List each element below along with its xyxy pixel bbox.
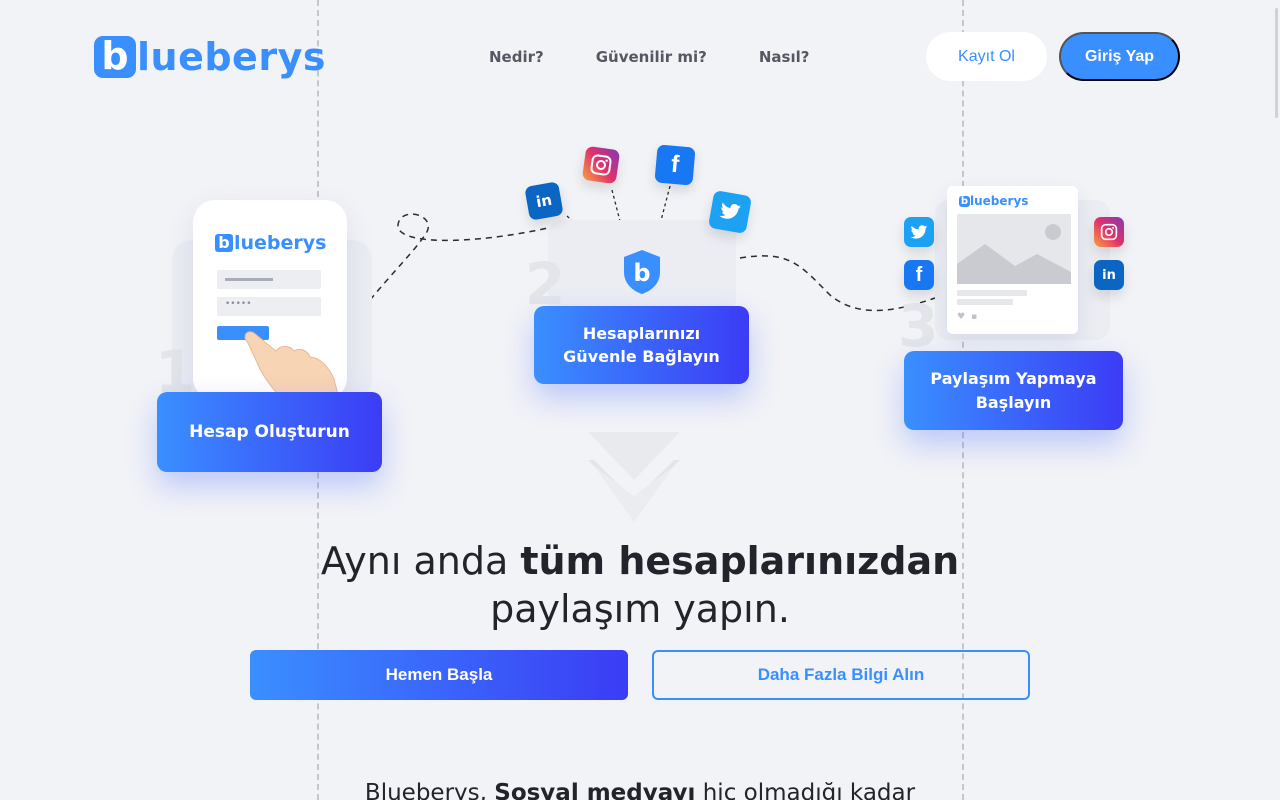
- hero-line1-normal: Aynı anda: [320, 539, 521, 583]
- phone-logo: b lueberys: [215, 232, 326, 254]
- instagram-icon: [1094, 217, 1124, 247]
- post-comment-icon: ▪: [971, 312, 978, 322]
- twitter-icon: [707, 189, 753, 235]
- facebook-icon: f: [654, 144, 696, 186]
- svg-text:b: b: [633, 259, 650, 287]
- hand-pointer-icon: [244, 331, 338, 395]
- hero-line2: paylaşım yapın.: [490, 587, 790, 631]
- start-now-button[interactable]: Hemen Başla: [250, 650, 628, 700]
- phone-logo-text: lueberys: [234, 232, 327, 254]
- hero-headline: Aynı anda tüm hesaplarınızdan paylaşım y…: [0, 537, 1280, 633]
- learn-more-button[interactable]: Daha Fazla Bilgi Alın: [652, 650, 1030, 700]
- step-card-create-account[interactable]: Hesap Oluşturun: [157, 392, 382, 472]
- linkedin-icon: in: [1094, 260, 1124, 290]
- step-card-start-sharing[interactable]: Paylaşım Yapmaya Başlayın: [904, 351, 1123, 430]
- post-logo-text: lueberys: [970, 194, 1029, 208]
- instagram-icon: [581, 145, 621, 185]
- post-text-line: [957, 290, 1027, 296]
- intro-text: Blueberys, Sosyal medyayı hiç olmadığı k…: [0, 780, 1280, 800]
- twitter-icon: [904, 217, 934, 247]
- linkedin-icon: in: [524, 181, 564, 221]
- step-card-3-line2: Başlayın: [975, 392, 1052, 412]
- intro-text-part2: hiç olmadığı kadar: [695, 780, 916, 800]
- intro-text-part1: Blueberys,: [364, 780, 495, 800]
- post-text-line: [957, 299, 1013, 305]
- post-like-icon: ♥: [957, 312, 966, 322]
- hero-line1-bold: tüm hesaplarınızdan: [520, 539, 960, 583]
- step-card-2-line1: Hesaplarınızı: [582, 323, 701, 343]
- step-card-connect-accounts[interactable]: Hesaplarınızı Güvenle Bağlayın: [534, 306, 749, 384]
- post-logo: b lueberys: [959, 194, 1028, 208]
- post-image-placeholder: [957, 214, 1071, 284]
- phone-logo-mark: b: [215, 234, 233, 252]
- phone-username-field: [217, 270, 321, 289]
- step-card-1-label: Hesap Oluşturun: [189, 421, 350, 442]
- post-logo-mark: b: [959, 195, 970, 207]
- step-card-3-line1: Paylaşım Yapmaya: [930, 369, 1097, 389]
- chevron-down-icon: [588, 432, 680, 522]
- facebook-icon: f: [904, 260, 934, 290]
- phone-password-field: •••••: [217, 297, 321, 316]
- step-card-2-line2: Güvenle Bağlayın: [563, 347, 720, 366]
- blueberys-shield-icon: b: [624, 250, 660, 294]
- post-preview: b lueberys ♥ ▪: [947, 186, 1078, 334]
- step-number-3: 3: [898, 292, 939, 360]
- phone-password-mask: •••••: [225, 299, 252, 309]
- intro-text-bold: Sosyal medyayı: [494, 780, 696, 800]
